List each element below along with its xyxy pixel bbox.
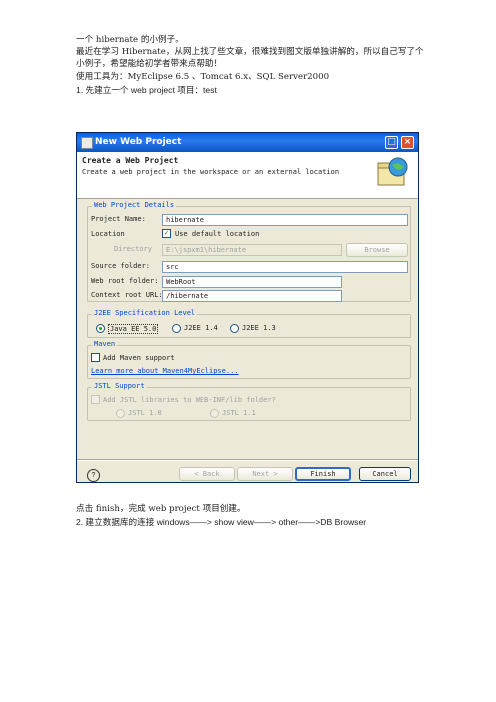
project-name-input[interactable]: hibernate xyxy=(162,214,408,226)
web-project-details-group: Web Project Details Project Name: hibern… xyxy=(87,201,411,302)
radio-jstl-11-label: JSTL 1.1 xyxy=(222,409,256,417)
maximize-button[interactable]: □ xyxy=(385,136,398,149)
jstl-checkbox-label: Add JSTL libraries to WEB-INF/lib folder… xyxy=(103,396,276,404)
banner-description: Create a web project in the workspace or… xyxy=(82,168,340,176)
maven-learn-more-link[interactable]: Learn more about Maven4MyEclipse... xyxy=(91,367,239,375)
dialog-title: New Web Project xyxy=(95,137,182,147)
next-button[interactable]: Next > xyxy=(237,467,293,481)
new-web-project-dialog: New Web Project □ × Create a Web Project… xyxy=(76,132,419,483)
web-root-input[interactable]: WebRoot xyxy=(162,276,342,288)
web-root-label: Web root folder: xyxy=(91,277,159,285)
radio-j2ee-13-label: J2EE 1.3 xyxy=(242,324,276,332)
maven-checkbox[interactable] xyxy=(91,353,100,362)
radio-javaee-5[interactable] xyxy=(96,324,105,333)
intro-line-4: 使用工具为：MyEclipse 6.5 、Tomcat 6.x、SQL Serv… xyxy=(76,72,330,82)
use-default-location-checkbox[interactable]: ✓ xyxy=(162,229,171,238)
radio-j2ee-14[interactable] xyxy=(172,324,181,333)
step-1: 1. 先建立一个 web project 项目：test xyxy=(76,85,217,95)
intro-line-1: 一个 hibernate 的小例子。 xyxy=(76,35,184,45)
context-root-input[interactable]: /hibernate xyxy=(162,290,342,302)
group-title-maven: Maven xyxy=(92,340,118,348)
source-folder-label: Source folder: xyxy=(91,262,151,270)
banner-title: Create a Web Project xyxy=(82,156,179,165)
radio-jstl-11[interactable] xyxy=(210,409,219,418)
dialog-titlebar[interactable]: New Web Project □ × xyxy=(77,133,418,152)
directory-label: Directory xyxy=(114,245,152,253)
group-title-jstl: JSTL Support xyxy=(92,382,147,390)
maven-group: Maven Add Maven support Learn more about… xyxy=(87,340,411,379)
step-2: 2. 建立数据库的连接 windows——> show view——> othe… xyxy=(76,517,367,527)
cancel-button[interactable]: Cancel xyxy=(359,467,411,481)
back-button[interactable]: < Back xyxy=(179,467,235,481)
after-line-1: 点击 finish，完成 web project 项目创建。 xyxy=(76,504,246,514)
intro-line-2: 最近在学习 Hibernate，从网上找了些文章，很难找到图文版单独讲解的，所以… xyxy=(76,47,424,57)
context-root-label: Context root URL: xyxy=(91,291,163,299)
source-folder-input[interactable]: src xyxy=(162,261,408,273)
radio-j2ee-14-label: J2EE 1.4 xyxy=(184,324,218,332)
use-default-location-label: Use default location xyxy=(175,230,260,238)
group-title-j2ee: J2EE Specification Level xyxy=(92,309,198,317)
radio-jstl-10[interactable] xyxy=(116,409,125,418)
browse-button[interactable]: Browse xyxy=(346,243,408,257)
radio-jstl-10-label: JSTL 1.0 xyxy=(128,409,162,417)
web-project-icon xyxy=(377,157,408,186)
radio-j2ee-13[interactable] xyxy=(230,324,239,333)
window-icon xyxy=(81,137,93,149)
help-icon[interactable]: ? xyxy=(87,469,100,482)
jstl-checkbox[interactable] xyxy=(91,395,100,404)
finish-button[interactable]: Finish xyxy=(295,467,351,481)
maven-checkbox-label: Add Maven support xyxy=(103,354,175,362)
wizard-banner: Create a Web Project Create a web projec… xyxy=(77,152,418,199)
jstl-group: JSTL Support Add JSTL libraries to WEB-I… xyxy=(87,382,411,421)
location-label: Location xyxy=(91,230,125,238)
directory-input[interactable]: E:\jspxm1\hibernate xyxy=(162,244,342,256)
group-title-details: Web Project Details xyxy=(92,201,177,209)
intro-line-3: 小例子，希望能给初学者带来点帮助！ xyxy=(76,59,223,69)
footer-separator xyxy=(77,459,418,461)
project-name-label: Project Name: xyxy=(91,215,146,223)
close-button[interactable]: × xyxy=(401,136,414,149)
j2ee-spec-group: J2EE Specification Level Java EE 5.0 J2E… xyxy=(87,309,411,338)
radio-javaee-5-label: Java EE 5.0 xyxy=(108,324,159,334)
